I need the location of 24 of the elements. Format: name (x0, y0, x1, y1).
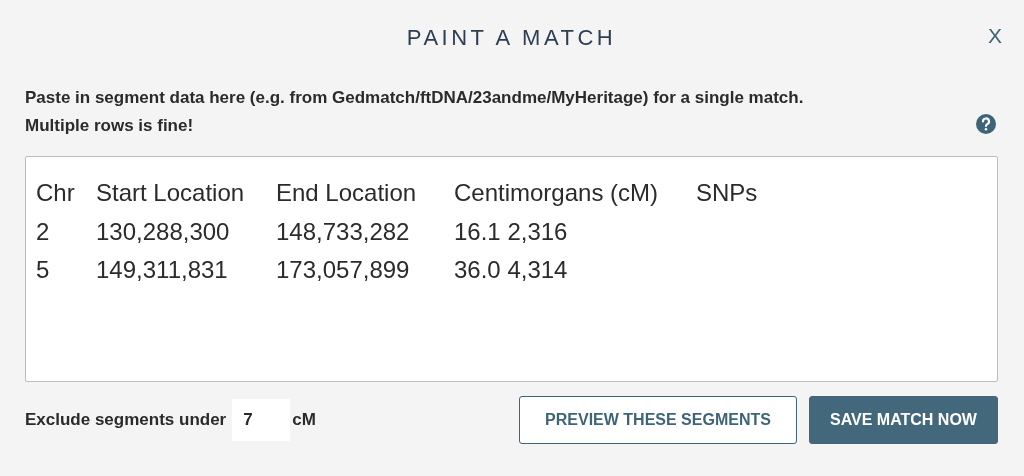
column-heading: Start Location (96, 178, 246, 208)
segment-value: 5 (36, 255, 51, 285)
segment-value: 2 (36, 216, 51, 247)
dialog-title: PAINT A MATCH (406, 25, 617, 51)
instruction-text: Paste in segment data here (e.g. from Gedmatch/ftDNA/23andme/MyHeritage) for a single match. (25, 87, 805, 109)
column-heading: SNPs (696, 178, 758, 208)
segment-value: 36.0 4,314 (454, 255, 569, 285)
instruction-text: Multiple rows is fine! (25, 115, 195, 137)
help-icon[interactable] (976, 114, 996, 134)
segment-data-field[interactable]: Chr Start Location End Location Centimorgans (cM) SNPs 2 130,288,300 148,733,282 16.1 2,316 5 149,311,831 173,057,899 36.0 4,314 (25, 156, 998, 382)
threshold-label: Exclude segments under (25, 410, 227, 430)
column-heading: End Location (276, 178, 418, 208)
unit-label: cM (292, 410, 316, 430)
save-button[interactable]: SAVE MATCH NOW (809, 396, 998, 444)
close-button[interactable]: X (986, 24, 1004, 48)
preview-button[interactable]: PREVIEW THESE SEGMENTS (519, 396, 797, 444)
segment-value: 173,057,899 (276, 255, 411, 285)
segment-value: 130,288,300 (96, 216, 231, 247)
segment-value: 148,733,282 (276, 216, 411, 247)
column-heading: Chr (36, 178, 76, 208)
column-heading: Centimorgans (cM) (454, 178, 660, 208)
threshold-input[interactable]: 7 (232, 399, 291, 441)
segment-value: 16.1 2,316 (454, 216, 569, 247)
segment-value: 149,311,831 (96, 255, 229, 285)
